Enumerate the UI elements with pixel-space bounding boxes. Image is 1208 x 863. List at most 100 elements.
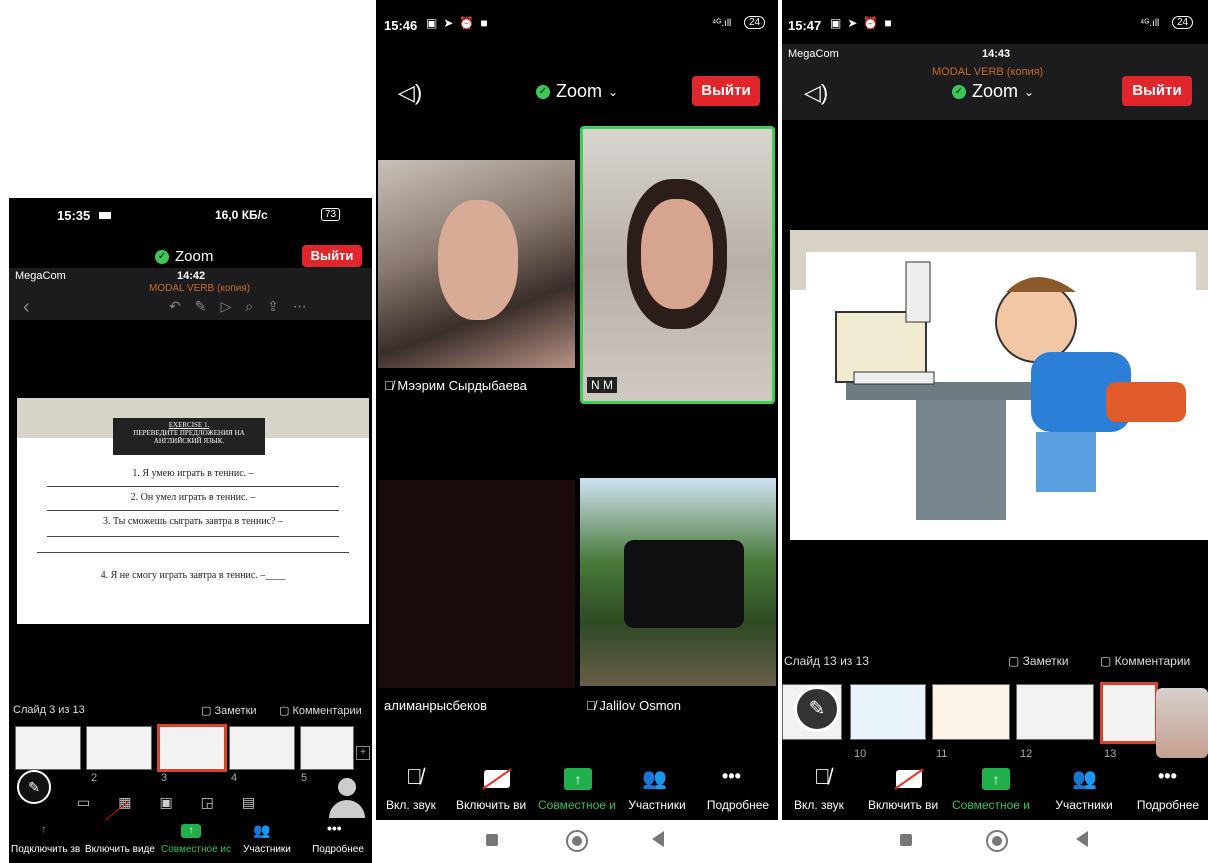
audio-button[interactable]: Подключить зв xyxy=(11,844,85,855)
slide-thumbnail-2[interactable] xyxy=(86,726,152,770)
edit-tools-icons[interactable]: ▭▦▣◲▤ xyxy=(77,794,283,811)
notes-button[interactable]: ▢ Заметки xyxy=(201,704,257,717)
back-chevron-icon[interactable]: ‹ xyxy=(23,296,30,319)
start-video-button[interactable]: Включить ви xyxy=(868,798,952,812)
participant-name-label: Мээрим Сырдыбаева xyxy=(397,378,527,393)
unmute-button[interactable]: Вкл. звук xyxy=(386,798,450,812)
start-video-button[interactable]: Включить ви xyxy=(456,798,538,812)
meeting-toolbar: ↑ Подключить зв Включить виде ↑ Совместн… xyxy=(9,800,372,863)
comments-button[interactable]: ▢ Комментарии xyxy=(279,704,362,717)
leave-button[interactable]: Выйти xyxy=(302,245,362,267)
battery-icon: 73 xyxy=(321,208,341,221)
participant-name-2: N M xyxy=(587,377,617,393)
ios-carrier: MegaCom xyxy=(788,48,839,60)
more-button[interactable]: Подробнее xyxy=(1128,798,1208,812)
doc-tools-icons[interactable]: ↶✎▷⌕⇪⋯ xyxy=(169,298,321,315)
zoom-title-label: Zoom xyxy=(175,248,214,265)
video-off-icon xyxy=(894,768,924,790)
mic-muted-icon: 🎙̸ xyxy=(586,698,596,713)
avatar xyxy=(327,778,367,822)
share-button[interactable]: Совместное и xyxy=(952,798,1042,812)
exercise-box: EXERCISE 1. ПЕРЕВЕДИТЕ ПРЕДЛОЖЕНИЯ НА АН… xyxy=(113,418,265,455)
exercise-label: EXERCISE 1. xyxy=(168,421,210,429)
exercise-heading: ПЕРЕВЕДИТЕ ПРЕДЛОЖЕНИЯ НА АНГЛИЙСКИЙ ЯЗЫ… xyxy=(133,429,245,445)
sentence-3: 3. Ты сможешь сыграть завтра в теннис? – xyxy=(103,516,283,527)
slide-thumbnail-4[interactable] xyxy=(229,726,295,770)
chevron-down-icon: ⌄ xyxy=(608,84,619,99)
share-button[interactable]: Совместное ис xyxy=(161,844,235,855)
car-shape xyxy=(624,540,744,628)
android-nav-bar xyxy=(376,820,778,863)
slide-thumbnail-1[interactable] xyxy=(15,726,81,770)
video-tile-3-off[interactable] xyxy=(378,480,575,688)
participant-name-label: Jalilov Osmon xyxy=(599,698,682,713)
status-time: 15:47 xyxy=(788,18,822,33)
participants-button[interactable]: Участники xyxy=(622,798,692,812)
shield-check-icon: ✓ xyxy=(536,84,550,99)
slide-thumbnail-12[interactable] xyxy=(1016,684,1094,740)
ios-time: 14:42 xyxy=(177,270,206,282)
participant-name-4: 🎙̸ Jalilov Osmon xyxy=(586,698,681,713)
video-tile-2-active[interactable]: N M xyxy=(580,126,775,404)
leave-button[interactable]: Выйти xyxy=(1122,76,1192,106)
video-button[interactable]: Включить виде xyxy=(85,844,161,855)
notification-icons: ▣➤⏰■ xyxy=(426,16,494,30)
more-button[interactable]: Подробнее xyxy=(307,844,369,855)
zoom-title-label: Zoom xyxy=(556,81,603,101)
pencil-icon[interactable]: ✎ xyxy=(17,770,51,804)
mic-muted-icon: 🎙̸ xyxy=(814,764,831,789)
signal-icon: ⁴ᴳ.ıll xyxy=(1140,18,1160,29)
sentence-1: 1. Я умею играть в теннис. – xyxy=(132,468,254,479)
share-icon: ↑ xyxy=(181,824,201,838)
home-icon[interactable] xyxy=(986,830,1008,852)
comments-label: Комментарии xyxy=(1114,654,1191,668)
slide-thumbnail-5[interactable] xyxy=(300,726,354,770)
recents-icon[interactable] xyxy=(900,834,912,846)
sentence-4: 4. Я не смогу играть завтра в теннис. –_… xyxy=(100,570,286,581)
notes-button[interactable]: ▢ Заметки xyxy=(1008,654,1069,668)
slide-thumbnail-11[interactable] xyxy=(932,684,1010,740)
speaker-icon[interactable]: ◁) xyxy=(804,80,828,106)
thumb-number: 3 xyxy=(161,772,168,784)
share-button[interactable]: Совместное и xyxy=(538,798,622,812)
zoom-title[interactable]: ✓ Zoom ⌄ xyxy=(952,81,1034,102)
speaker-icon[interactable]: ◁) xyxy=(398,80,422,106)
back-icon[interactable] xyxy=(652,831,664,847)
slide-thumbnail-10[interactable] xyxy=(850,684,926,740)
video-status-icon xyxy=(99,212,111,219)
mic-muted-icon: 🎙̸ xyxy=(406,764,423,789)
sentence-2: 2. Он умел играть в теннис. – xyxy=(130,492,256,503)
more-dots-icon: ••• xyxy=(1158,766,1177,786)
home-icon[interactable] xyxy=(566,830,588,852)
pencil-icon[interactable]: ✎ xyxy=(794,686,840,732)
video-off-icon xyxy=(482,768,512,790)
answer-line xyxy=(47,486,339,487)
more-dots-icon: ••• xyxy=(327,820,342,836)
ios-carrier: MegaCom xyxy=(15,270,66,282)
more-dots-icon: ••• xyxy=(722,766,741,786)
add-slide-icon[interactable]: + xyxy=(356,746,370,760)
document-title: MODAL VERB (копия) xyxy=(932,66,1044,78)
recents-icon[interactable] xyxy=(486,834,498,846)
answer-line xyxy=(47,536,339,537)
participants-button[interactable]: Участники xyxy=(1046,798,1122,812)
back-icon[interactable] xyxy=(1076,831,1088,847)
leave-button[interactable]: Выйти xyxy=(692,76,760,106)
participant-face xyxy=(641,199,713,309)
video-tile-4[interactable] xyxy=(580,478,776,686)
zoom-title[interactable]: ✓ Zoom xyxy=(155,248,213,265)
more-button[interactable]: Подробнее xyxy=(700,798,776,812)
notification-icons: ▣➤⏰■ xyxy=(830,16,898,30)
participants-button[interactable]: Участники xyxy=(235,844,299,855)
notes-label: Заметки xyxy=(1022,654,1069,668)
slide-thumbnail-3-selected[interactable] xyxy=(157,724,227,772)
participants-icon: 👥 xyxy=(1072,768,1097,790)
self-video-thumbnail[interactable] xyxy=(1156,688,1208,758)
slide-image xyxy=(806,252,1196,532)
zoom-title[interactable]: ✓ Zoom ⌄ xyxy=(536,81,618,102)
zoom-title-label: Zoom xyxy=(972,81,1019,101)
slide-thumbnail-13-selected[interactable] xyxy=(1100,682,1158,744)
unmute-button[interactable]: Вкл. звук xyxy=(794,798,858,812)
video-tile-1[interactable] xyxy=(378,160,575,368)
comments-button[interactable]: ▢ Комментарии xyxy=(1100,654,1190,668)
